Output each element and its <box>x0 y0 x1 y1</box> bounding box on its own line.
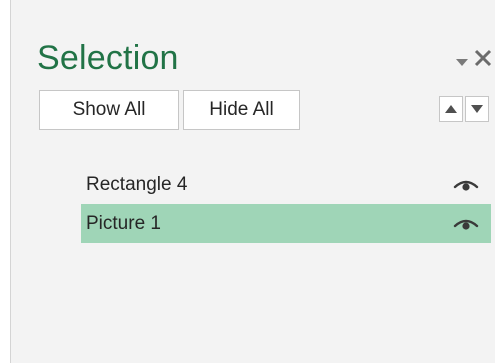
chevron-down-icon <box>456 59 468 66</box>
eye-icon <box>453 219 479 230</box>
selection-pane: Selection Show All Hide All Rectangle 4 … <box>10 0 495 363</box>
pane-title: Selection <box>37 39 179 77</box>
close-pane-button[interactable] <box>471 45 495 71</box>
pane-options-button[interactable] <box>455 55 469 66</box>
send-backward-button[interactable] <box>465 96 489 122</box>
triangle-up-icon <box>445 105 457 113</box>
hide-all-button[interactable]: Hide All <box>183 90 300 130</box>
show-all-button[interactable]: Show All <box>39 90 179 130</box>
shape-list: Rectangle 4 Picture 1 <box>81 165 491 243</box>
bring-forward-button[interactable] <box>439 96 463 122</box>
screen: Selection Show All Hide All Rectangle 4 … <box>0 0 495 363</box>
triangle-down-icon <box>471 105 483 113</box>
close-icon <box>474 49 492 67</box>
shape-row-rectangle-4[interactable]: Rectangle 4 <box>81 165 491 204</box>
eye-icon <box>453 180 479 191</box>
visibility-toggle[interactable] <box>453 216 479 232</box>
shape-name: Picture 1 <box>86 213 161 234</box>
shape-name: Rectangle 4 <box>86 174 188 195</box>
visibility-toggle[interactable] <box>453 177 479 193</box>
shape-row-picture-1[interactable]: Picture 1 <box>81 204 491 243</box>
